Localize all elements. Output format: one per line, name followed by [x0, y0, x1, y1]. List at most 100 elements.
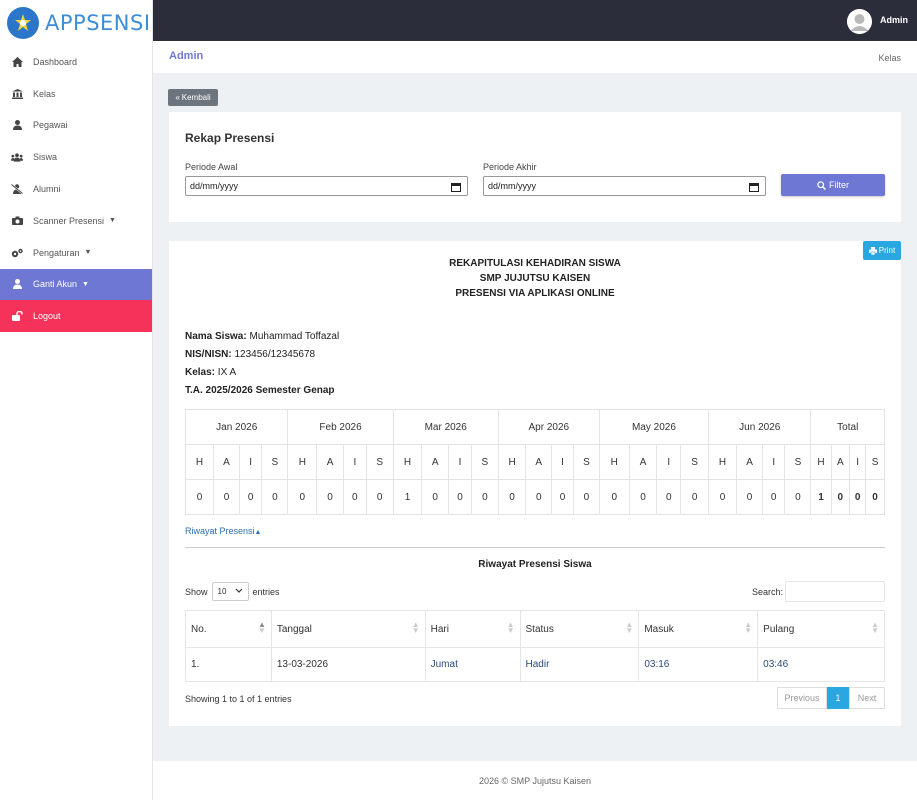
breadcrumb: Admin Kelas — [153, 41, 917, 73]
attendance-count-cell: 0 — [736, 479, 764, 515]
month-header: May 2026 — [598, 409, 710, 445]
status-code-header: H — [810, 444, 832, 480]
column-header[interactable]: No. ▲ ▼ — [185, 610, 272, 648]
attendance-count-cell: 0 — [261, 479, 289, 515]
page-length-select[interactable]: 10 — [211, 582, 249, 601]
status-code-header: A — [316, 444, 344, 480]
table-cell: Jumat — [424, 647, 521, 682]
sidebar-item-label: Siswa — [33, 152, 58, 163]
filter-button-label: Filter — [829, 180, 849, 190]
riwayat-title: Riwayat Presensi Siswa — [478, 559, 592, 570]
unlock-icon — [11, 310, 23, 322]
sidebar-item-kelas[interactable]: Kelas — [0, 78, 152, 110]
print-icon — [868, 246, 877, 255]
column-header[interactable]: Tanggal ▲ ▼ — [270, 610, 426, 648]
end-date-value: dd/mm/yyyy — [488, 181, 537, 191]
status-code-header: H — [392, 444, 423, 480]
page-title: Admin — [169, 50, 204, 62]
sidebar-item-alumni[interactable]: Alumni — [0, 173, 152, 205]
attendance-count-cell: 0 — [185, 479, 214, 515]
search-input[interactable] — [785, 581, 885, 602]
calendar-icon[interactable] — [749, 182, 759, 194]
sidebar-item-siswa[interactable]: Siswa — [0, 141, 152, 173]
status-code-header: I — [448, 444, 472, 480]
caret-down-icon: ▼ — [109, 217, 116, 225]
caret-up-icon: ▲ — [254, 529, 262, 536]
sidebar-item-label: Scanner Presensi — [33, 215, 105, 226]
filter-button[interactable]: Filter — [781, 174, 885, 196]
show-entries: Show 10 entries — [185, 582, 280, 601]
attendance-count-cell: 0 — [212, 479, 241, 515]
student-nis: NIS/NISN: 123456/12345678 — [185, 349, 316, 360]
status-code-header: S — [865, 444, 885, 480]
status-code-header: H — [497, 444, 527, 480]
home-icon — [11, 56, 23, 68]
breadcrumb-current[interactable]: Kelas — [878, 53, 901, 63]
column-header-label: Pulang — [763, 623, 795, 635]
end-date-input[interactable]: dd/mm/yyyy — [483, 176, 766, 196]
sidebar-item-ganti-akun[interactable]: Ganti Akun ▼ — [0, 268, 152, 301]
previous-page-button[interactable]: Previous — [777, 687, 827, 709]
divider — [185, 547, 885, 548]
sidebar-item-pegawai[interactable]: Pegawai — [0, 110, 152, 142]
attendance-count-cell: 0 — [239, 479, 263, 515]
status-code-header: I — [849, 444, 867, 480]
avatar[interactable] — [847, 9, 872, 34]
status-code-header: A — [628, 444, 658, 480]
users-icon — [11, 151, 23, 163]
sidebar-item-label: Logout — [33, 311, 61, 322]
attendance-count-cell: 0 — [470, 479, 499, 515]
column-header[interactable]: Hari ▲ ▼ — [424, 610, 521, 648]
status-code-header: A — [830, 444, 851, 480]
sidebar-item-scanner-presensi[interactable]: Scanner Presensi ▼ — [0, 205, 152, 237]
caret-down-icon: ▼ — [84, 249, 92, 257]
attendance-count-cell: 1 — [392, 479, 423, 515]
pagination: Previous 1 Next — [777, 687, 885, 709]
column-header[interactable]: Status ▲ ▼ — [519, 610, 640, 648]
attendance-count-cell: 0 — [680, 479, 710, 515]
sidebar-item-dashboard[interactable]: Dashboard — [0, 46, 152, 78]
attendance-count-cell: 0 — [316, 479, 344, 515]
status-code-header: A — [421, 444, 450, 480]
brand-logo-icon — [7, 6, 39, 39]
attendance-count-cell: 0 — [598, 479, 630, 515]
status-code-header: I — [551, 444, 575, 480]
next-page-button[interactable]: Next — [849, 687, 885, 709]
back-button[interactable]: « Kembali — [168, 89, 218, 106]
report-card: Print REKAPITULASI KEHADIRAN SISWA SMP J… — [169, 241, 901, 726]
attendance-count-cell: 0 — [551, 479, 575, 515]
attendance-summary-table: Jan 2026 Feb 2026 Mar 2026 Apr 2026 May 2026… — [184, 409, 885, 515]
attendance-count-cell: 0 — [849, 479, 867, 515]
column-header-label: No. — [191, 623, 207, 635]
topbar: Admin — [153, 0, 917, 41]
sort-icon: ▲ ▼ — [257, 620, 266, 635]
status-code-header: S — [470, 444, 499, 480]
student-kelas: Kelas: IX A — [185, 367, 237, 378]
topbar-username[interactable]: Admin — [880, 15, 908, 25]
brand[interactable]: APPSENSI — [0, 0, 152, 45]
column-header[interactable]: Masuk ▲ ▼ — [638, 610, 759, 648]
column-header[interactable]: Pulang ▲ ▼ — [757, 610, 885, 648]
sidebar-menu: Dashboard Kelas Pegawai Siswa Alumni Sca… — [0, 46, 152, 333]
search-icon — [817, 180, 826, 190]
column-header-label: Hari — [430, 623, 449, 635]
status-code-header: S — [573, 444, 600, 480]
attendance-count-cell: 0 — [342, 479, 367, 515]
status-code-header: H — [185, 444, 214, 480]
page-button-current[interactable]: 1 — [827, 687, 849, 709]
attendance-count-cell: 0 — [865, 479, 885, 515]
sidebar-item-pengaturan[interactable]: Pengaturan ▼ — [0, 237, 152, 269]
month-header: Apr 2026 — [497, 409, 600, 445]
cogs-icon — [11, 247, 23, 259]
month-header: Mar 2026 — [392, 409, 499, 445]
table-info: Showing 1 to 1 of 1 entries — [185, 694, 292, 704]
sidebar-item-logout[interactable]: Logout — [0, 300, 152, 333]
start-date-input[interactable]: dd/mm/yyyy — [185, 176, 468, 196]
status-code-header: A — [212, 444, 241, 480]
riwayat-toggle[interactable]: Riwayat Presensi▲ — [185, 526, 261, 536]
user-slash-icon — [11, 183, 23, 195]
calendar-icon[interactable] — [451, 182, 461, 194]
status-code-header: H — [287, 444, 318, 480]
table-cell: 03:46 — [757, 647, 885, 682]
print-button-label: Print — [878, 246, 896, 255]
